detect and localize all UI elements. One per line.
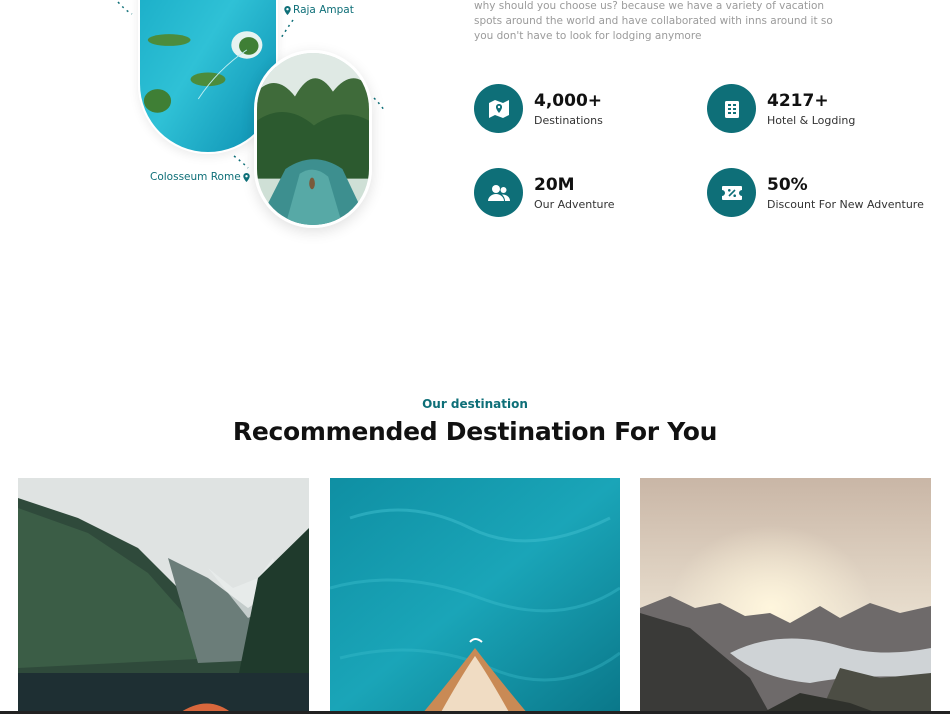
destination-card-ocean-boat[interactable] bbox=[330, 478, 620, 714]
destination-card-fjord[interactable] bbox=[18, 478, 309, 714]
colosseum-rome-photo bbox=[254, 50, 372, 228]
stat-value: 4217+ bbox=[767, 91, 829, 111]
stat-value: 50% bbox=[767, 175, 808, 195]
ticket-percent-icon bbox=[707, 168, 756, 217]
stat-label: Destinations bbox=[534, 114, 603, 127]
stat-discount: 50% Discount For New Adventure bbox=[707, 168, 924, 217]
section-title: Recommended Destination For You bbox=[232, 417, 718, 446]
location-label-colosseum-rome: Colosseum Rome bbox=[150, 171, 250, 183]
users-icon bbox=[474, 168, 523, 217]
section-kicker: Our destination bbox=[422, 397, 528, 411]
location-label-raja-ampat: Raja Ampat bbox=[284, 4, 354, 16]
stat-label: Discount For New Adventure bbox=[767, 198, 924, 211]
stat-label: Our Adventure bbox=[534, 198, 615, 211]
stat-adventures: 20M Our Adventure bbox=[474, 168, 615, 217]
destination-image bbox=[330, 478, 620, 714]
destination-card-mountain-lake[interactable] bbox=[640, 478, 931, 714]
location-pin-icon bbox=[284, 5, 291, 15]
stat-label: Hotel & Logding bbox=[767, 114, 856, 127]
building-icon bbox=[707, 84, 756, 133]
destination-image bbox=[640, 478, 931, 714]
why-choose-us-text: why should you choose us? because we hav… bbox=[474, 0, 833, 42]
location-pin-icon bbox=[242, 172, 250, 182]
stat-hotels: 4217+ Hotel & Logding bbox=[707, 84, 855, 133]
destination-image bbox=[18, 478, 309, 714]
map-icon bbox=[474, 84, 523, 133]
stat-value: 20M bbox=[534, 175, 575, 195]
location-name: Raja Ampat bbox=[293, 4, 354, 16]
stat-destinations: 4,000+ Destinations bbox=[474, 84, 603, 133]
location-name: Colosseum Rome bbox=[150, 171, 241, 183]
hero-image-collage: Raja Ampat Colosseum Rome bbox=[0, 0, 440, 260]
stat-value: 4,000+ bbox=[534, 91, 603, 111]
